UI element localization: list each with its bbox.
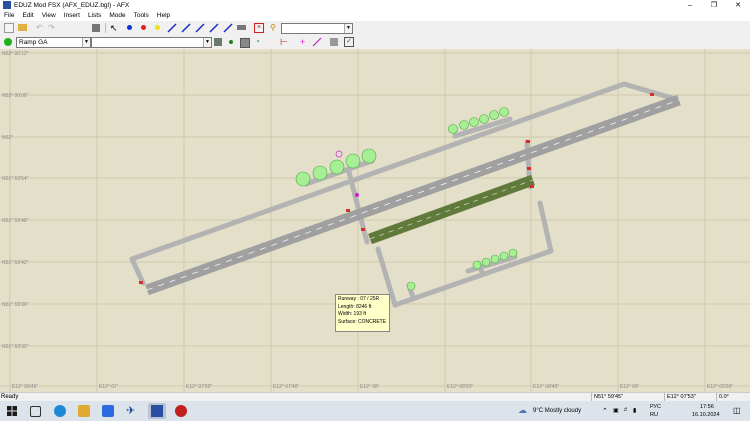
menu-lists[interactable]: Lists [84, 11, 105, 21]
lon-label: E12° 09'20" [707, 384, 733, 390]
lat-label: N51° 59'42" [2, 260, 29, 266]
draw-boundary-icon[interactable] [223, 23, 233, 33]
lat-label: N51° 59'48" [2, 218, 29, 224]
notifications-icon[interactable]: ◫ [733, 406, 741, 415]
select-cursor-icon[interactable]: ↖ [110, 23, 120, 33]
clock-date[interactable]: 16.10.2024 [692, 412, 720, 418]
layer-tool-icon[interactable] [214, 38, 222, 46]
menu-tools[interactable]: Tools [130, 11, 153, 21]
new-file-icon[interactable] [4, 23, 14, 33]
explorer-icon[interactable] [78, 405, 90, 417]
draw-path-icon[interactable] [181, 23, 191, 33]
volume-icon[interactable]: ♬ [623, 407, 629, 413]
node-icon[interactable] [229, 40, 233, 44]
store-icon[interactable] [102, 405, 114, 417]
menu-file[interactable]: File [0, 11, 18, 21]
airplane-app-icon[interactable]: ✈ [126, 405, 138, 417]
tray-chevron-icon[interactable]: ⌃ [602, 407, 608, 415]
snap-icon[interactable]: ✓ [344, 37, 354, 47]
lat-label: N51° 59'30" [2, 344, 29, 350]
hatch-icon[interactable] [240, 38, 250, 48]
status-heading: 0.0° [716, 393, 749, 401]
runway-info-tooltip: Runway : 07 / 25R Length: 8246 ft Width:… [335, 294, 390, 332]
object-combo[interactable]: ▼ [281, 23, 353, 34]
battery-icon[interactable]: ▮ [633, 407, 636, 414]
layer-toolbar: Ramp GA ▼ ▼ ◔ ⊢ + ✓ [0, 35, 750, 50]
title-bar: EDUZ Mod FSX (AFX_EDUZ.bgl) - AFX – ❐ ✕ [0, 0, 750, 11]
weather-text[interactable]: 9°C Mostly cloudy [533, 408, 581, 414]
start-icon[interactable] [6, 405, 18, 417]
lon-label: E12° 09' [620, 384, 639, 390]
lon-label: E12° 06'46" [12, 384, 38, 390]
draw-line-icon[interactable] [167, 23, 177, 33]
lon-label: E12° 08'40" [533, 384, 559, 390]
flag-icon[interactable]: ⊢ [280, 37, 290, 47]
lon-label: E12° 07'40" [273, 384, 299, 390]
key-icon[interactable]: ⚲ [270, 23, 280, 33]
runway-tool-icon[interactable] [237, 25, 246, 30]
map-canvas[interactable]: N52° 00'12" N52° 00'06" N52° N51° 59'54"… [0, 49, 750, 392]
tool-icon[interactable] [92, 24, 100, 32]
task-view-icon[interactable] [30, 406, 41, 417]
network-icon[interactable]: ▣ [613, 407, 619, 414]
record-app-icon[interactable] [175, 405, 187, 417]
taskbar: ✈ ☁ 9°C Mostly cloudy ⌃ ▣ ♬ ▮ РУС RU 17:… [0, 401, 750, 421]
grid-icon[interactable] [330, 38, 338, 46]
minimize-button[interactable]: – [678, 0, 702, 11]
status-longitude: E12° 07'53" [664, 393, 717, 401]
language-bottom[interactable]: RU [650, 412, 658, 418]
airport-map[interactable]: N52° 00'12" N52° 00'06" N52° N51° 59'54"… [0, 49, 750, 392]
tooltip-width: Width: 193 ft [338, 311, 367, 317]
lat-label: N52° 00'06" [2, 93, 29, 99]
tooltip-surface: Surface: CONCRETE [338, 318, 387, 325]
layer-combo-value: Ramp GA [19, 39, 48, 46]
layer-visible-icon[interactable] [4, 38, 12, 46]
afx-taskbar-button[interactable] [148, 403, 166, 419]
tooltip-runway: Runway : 07 / 25R [338, 296, 380, 302]
status-latitude: N51° 59'45" [591, 393, 664, 401]
maximize-button[interactable]: ❐ [702, 0, 726, 11]
blue-point-icon[interactable] [127, 25, 132, 30]
add-point-icon[interactable]: + [300, 37, 310, 47]
app-icon [3, 1, 11, 9]
lat-label: N52° [2, 135, 13, 141]
lon-label: E12° 08' [360, 384, 379, 390]
lon-label: E12° 08'20" [447, 384, 473, 390]
lon-label: E12° 07' [99, 384, 118, 390]
menu-edit[interactable]: Edit [18, 11, 37, 21]
window-title: EDUZ Mod FSX (AFX_EDUZ.bgl) - AFX [14, 2, 130, 9]
open-folder-icon[interactable] [18, 24, 27, 31]
menu-help[interactable]: Help [153, 11, 174, 21]
lat-label: N51° 59'54" [2, 176, 29, 182]
yellow-point-icon[interactable] [155, 25, 160, 30]
redo-icon[interactable]: ↷ [48, 23, 58, 33]
menu-view[interactable]: View [38, 11, 60, 21]
weather-icon: ☁ [518, 405, 527, 415]
tooltip-length: Length: 8246 ft [338, 303, 372, 310]
undo-icon[interactable]: ↶ [36, 23, 46, 33]
clock-time[interactable]: 17:56 [700, 404, 714, 410]
lon-label: E12° 07'20" [186, 384, 212, 390]
paint-bucket-icon[interactable]: ◔ [255, 37, 265, 47]
draw-edge-icon[interactable] [209, 23, 219, 33]
close-button[interactable]: ✕ [726, 0, 750, 11]
draw-taxi-icon[interactable] [195, 23, 205, 33]
menu-insert[interactable]: Insert [60, 11, 84, 21]
property-combo[interactable]: ▼ [91, 37, 212, 48]
lat-label: N52° 00'12" [2, 51, 29, 57]
menu-bar: File Edit View Insert Lists Mode Tools Help [0, 11, 750, 21]
language-top[interactable]: РУС [650, 404, 661, 410]
delete-icon[interactable]: × [254, 23, 264, 33]
main-toolbar: ↶ ↷ ↖ × ⚲ ▼ [0, 21, 750, 36]
edge-icon[interactable] [54, 405, 66, 417]
red-point-icon[interactable] [141, 25, 146, 30]
measure-icon[interactable] [312, 37, 322, 47]
lat-label: N51° 59'36" [2, 302, 29, 308]
menu-mode[interactable]: Mode [105, 11, 129, 21]
layer-combo[interactable]: Ramp GA ▼ [16, 37, 91, 48]
